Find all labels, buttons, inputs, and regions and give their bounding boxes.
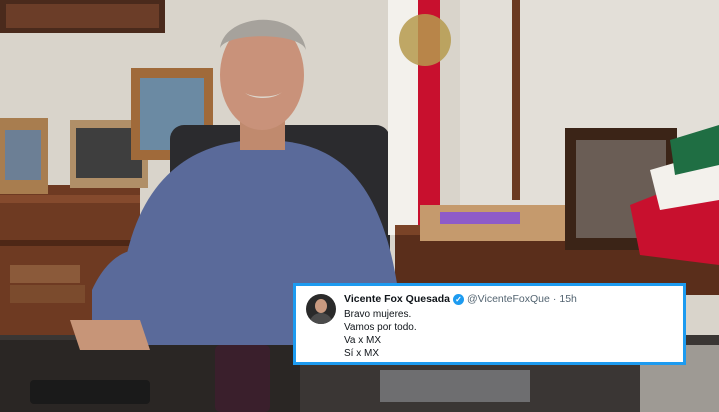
- profile-avatar[interactable]: [306, 294, 336, 324]
- separator-dot: ·: [552, 293, 557, 305]
- tweet-text: Bravo mujeres. Vamos por todo. Va x MX S…: [344, 308, 417, 360]
- mug: [215, 345, 270, 412]
- author-handle[interactable]: @VicenteFoxQue: [467, 293, 550, 306]
- tweet-line: Va x MX: [344, 335, 382, 346]
- verified-badge-icon: ✓: [453, 294, 465, 305]
- author-name[interactable]: Vicente Fox Quesada: [344, 293, 450, 306]
- phone: [30, 380, 150, 404]
- tweet-header: Vicente Fox Quesada ✓ @VicenteFoxQue · 1…: [344, 293, 577, 306]
- tweet-line: Bravo mujeres.: [344, 309, 412, 320]
- tweet-line: Sí x MX: [344, 348, 380, 359]
- tweet-line: Vamos por todo.: [344, 322, 417, 333]
- tweet-card[interactable]: Vicente Fox Quesada ✓ @VicenteFoxQue · 1…: [293, 283, 686, 365]
- tweet-timestamp[interactable]: 15h: [559, 293, 577, 306]
